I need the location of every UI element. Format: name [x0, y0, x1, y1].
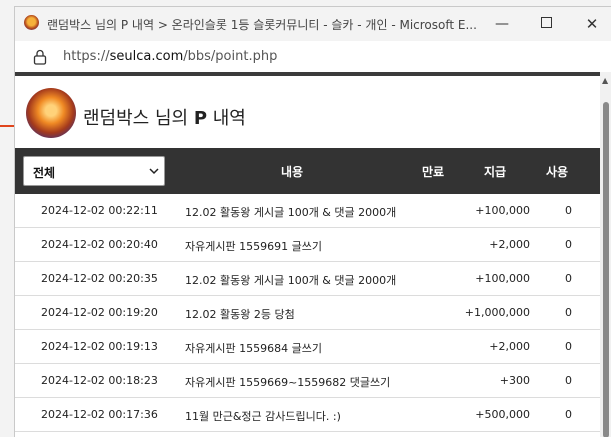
background-accent-line	[0, 125, 14, 127]
scrollbar-thumb[interactable]	[603, 102, 609, 437]
title-bar: 랜덤박스 님의 P 내역 > 온라인슬롯 1등 슬롯커뮤니티 - 슬카 - 개인…	[15, 7, 611, 41]
row-amount: +1,000,000	[464, 306, 530, 319]
row-date: 2024-12-02 00:22:11	[41, 204, 158, 217]
page-title: 랜덤박스 님의 P 내역	[83, 104, 246, 130]
row-used: 0	[565, 408, 572, 421]
chevron-down-icon	[149, 168, 159, 175]
page-title-prefix: 랜덤박스 님의	[83, 108, 194, 129]
row-amount: +100,000	[475, 272, 530, 285]
filter-select[interactable]: 전체	[23, 156, 165, 186]
site-favicon-icon	[24, 15, 39, 30]
row-used: 0	[565, 340, 572, 353]
column-header-content: 내용	[281, 165, 304, 179]
row-date: 2024-12-02 00:19:20	[41, 306, 158, 319]
row-amount: +2,000	[489, 238, 530, 251]
table-row: 2024-12-02 00:20:40 자유게시판 1559691 글쓰기 +2…	[15, 228, 600, 262]
point-history-list: 2024-12-02 00:22:11 12.02 활동왕 게시글 100개 &…	[15, 194, 600, 432]
table-row: 2024-12-02 00:20:35 12.02 활동왕 게시글 100개 &…	[15, 262, 600, 296]
table-header: 전체 내용 만료 지급 사용	[15, 148, 600, 194]
row-content: 자유게시판 1559691 글쓰기	[185, 240, 322, 253]
row-used: 0	[565, 204, 572, 217]
address-bar[interactable]: https://seulca.com/bbs/point.php	[15, 41, 611, 72]
avatar	[26, 88, 76, 138]
column-header-used: 사용	[546, 165, 569, 179]
row-used: 0	[565, 238, 572, 251]
table-row: 2024-12-02 00:17:36 11월 만근&정근 감사드립니다. :)…	[15, 398, 600, 432]
row-used: 0	[565, 306, 572, 319]
table-row: 2024-12-02 00:19:13 자유게시판 1559684 글쓰기 +2…	[15, 330, 600, 364]
popup-window: 랜덤박스 님의 P 내역 > 온라인슬롯 1등 슬롯커뮤니티 - 슬카 - 개인…	[14, 6, 611, 437]
row-content: 12.02 활동왕 2등 당첨	[185, 308, 295, 321]
row-date: 2024-12-02 00:19:13	[41, 340, 158, 353]
url-domain: seulca.com	[109, 49, 184, 64]
table-row: 2024-12-02 00:18:23 자유게시판 1559669~155968…	[15, 364, 600, 398]
url-path: /bbs/point.php	[183, 49, 278, 64]
close-button[interactable]: ✕	[581, 13, 603, 35]
table-row: 2024-12-02 00:22:11 12.02 활동왕 게시글 100개 &…	[15, 194, 600, 228]
row-amount: +500,000	[475, 408, 530, 421]
row-used: 0	[565, 374, 572, 387]
row-amount: +100,000	[475, 204, 530, 217]
column-header-grant: 지급	[484, 165, 507, 179]
row-amount: +2,000	[489, 340, 530, 353]
window-title: 랜덤박스 님의 P 내역 > 온라인슬롯 1등 슬롯커뮤니티 - 슬카 - 개인…	[47, 18, 477, 32]
page-header: 랜덤박스 님의 P 내역	[15, 76, 600, 148]
lock-icon	[33, 49, 47, 65]
filter-select-value: 전체	[33, 166, 56, 180]
row-content: 12.02 활동왕 게시글 100개 & 댓글 2000개	[185, 206, 397, 219]
row-content: 자유게시판 1559669~1559682 댓글쓰기	[185, 376, 391, 389]
row-amount: +300	[499, 374, 530, 387]
url-scheme: https://	[63, 49, 110, 64]
minimize-button[interactable]: —	[491, 13, 513, 35]
row-date: 2024-12-02 00:20:40	[41, 238, 158, 251]
maximize-button[interactable]	[535, 13, 557, 35]
page-title-bold: P	[193, 108, 208, 129]
vertical-scrollbar[interactable]: ▲	[600, 72, 611, 437]
row-date: 2024-12-02 00:18:23	[41, 374, 158, 387]
maximize-icon	[540, 17, 552, 28]
url-text[interactable]: https://seulca.com/bbs/point.php	[63, 49, 277, 64]
column-header-expiry: 만료	[422, 165, 445, 179]
row-date: 2024-12-02 00:20:35	[41, 272, 158, 285]
row-content: 자유게시판 1559684 글쓰기	[185, 342, 322, 355]
page-title-suffix: 내역	[207, 108, 246, 129]
row-content: 12.02 활동왕 게시글 100개 & 댓글 2000개	[185, 274, 397, 287]
table-row: 2024-12-02 00:19:20 12.02 활동왕 2등 당첨 +1,0…	[15, 296, 600, 330]
scroll-up-icon[interactable]: ▲	[602, 76, 608, 85]
row-content: 11월 만근&정근 감사드립니다. :)	[185, 410, 341, 423]
row-date: 2024-12-02 00:17:36	[41, 408, 158, 421]
row-used: 0	[565, 272, 572, 285]
